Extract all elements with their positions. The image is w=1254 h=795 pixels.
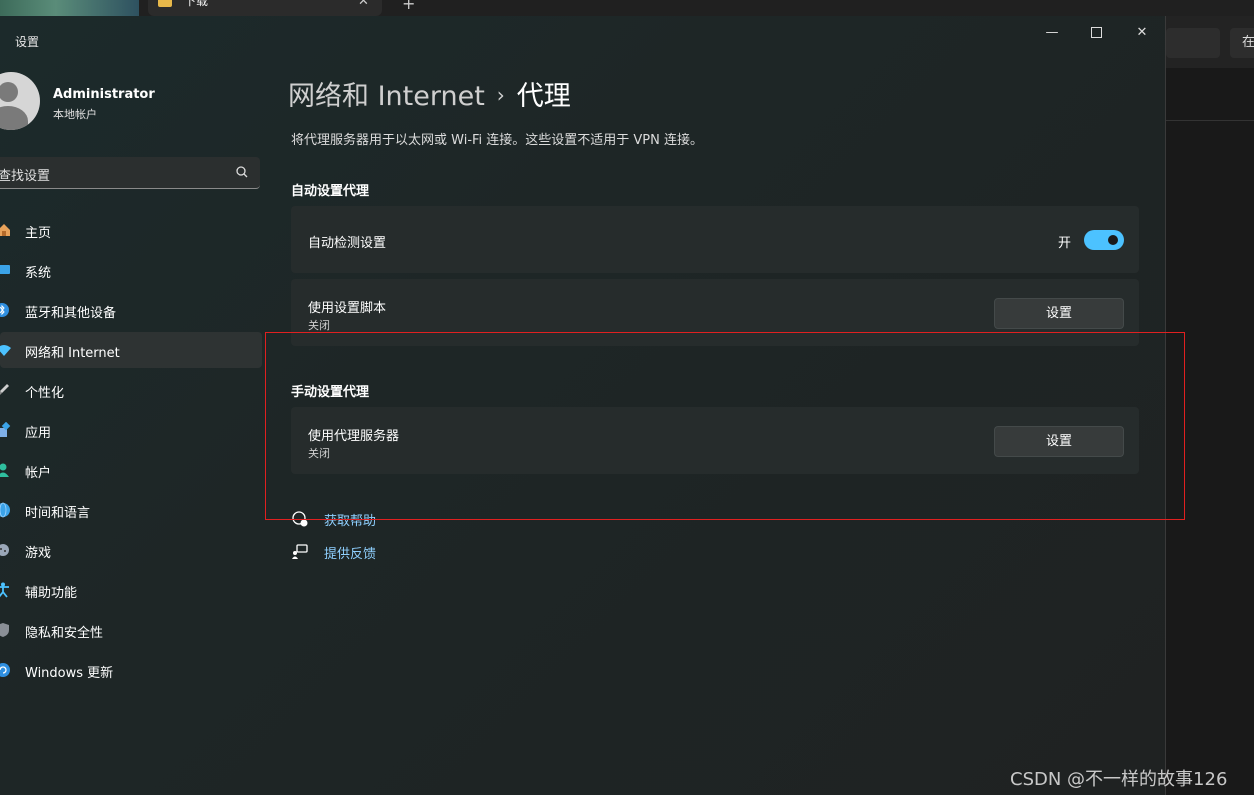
new-tab-button[interactable]: + (402, 0, 415, 13)
chevron-right-icon: › (496, 83, 505, 107)
sidebar-item-label: Windows 更新 (25, 666, 114, 681)
sidebar-item-label: 应用 (25, 426, 52, 441)
toggle-state-label: 开 (1058, 236, 1072, 251)
setup-script-title: 使用设置脚本 (308, 301, 387, 316)
sidebar-item-privacy[interactable]: 隐私和安全性 (0, 612, 262, 648)
auto-detect-card: 自动检测设置 开 (291, 206, 1139, 273)
sidebar-item-label: 辅助功能 (25, 586, 78, 601)
search-icon[interactable] (234, 164, 250, 180)
auto-detect-toggle[interactable] (1084, 230, 1124, 250)
search-placeholder: 查找设置 (0, 169, 51, 184)
sidebar-item-apps[interactable]: 应用 (0, 412, 262, 448)
sidebar-item-home[interactable]: 主页 (0, 212, 262, 248)
avatar[interactable] (0, 72, 40, 130)
sidebar-item-label: 蓝牙和其他设备 (25, 306, 117, 321)
toggle-knob (1108, 235, 1118, 245)
background-thumbnail (0, 0, 139, 16)
update-icon (0, 663, 10, 677)
setup-script-status: 关闭 (308, 319, 330, 332)
bluetooth-icon (0, 303, 9, 317)
apps-icon (0, 422, 11, 437)
breadcrumb-parent-link[interactable]: 网络和 Internet (288, 81, 485, 112)
page-description: 将代理服务器用于以太网或 Wi-Fi 连接。这些设置不适用于 VPN 连接。 (291, 133, 704, 148)
minimize-button[interactable]: — (1032, 22, 1072, 44)
sidebar-item-bluetooth[interactable]: 蓝牙和其他设备 (0, 292, 262, 328)
system-icon (0, 265, 10, 274)
close-button[interactable]: ✕ (1122, 22, 1162, 44)
background-toolbar-button-2[interactable]: 在 (1230, 28, 1254, 58)
avatar-head (0, 82, 18, 102)
account-type: 本地帐户 (53, 108, 97, 121)
setup-script-settings-button[interactable]: 设置 (994, 298, 1124, 329)
sidebar-item-label: 帐户 (25, 466, 52, 481)
feedback-icon (292, 544, 308, 559)
breadcrumb: 网络和 Internet › 代理 (288, 74, 571, 113)
sidebar-item-label: 游戏 (25, 546, 52, 561)
maximize-icon (1090, 27, 1102, 38)
watermark: CSDN @不一样的故事126 (1010, 769, 1228, 790)
page-title: 代理 (516, 81, 571, 112)
shield-icon (0, 623, 9, 637)
window-title: 设置 (15, 35, 40, 49)
search-input[interactable]: 查找设置 (0, 157, 260, 189)
wifi-icon (0, 345, 11, 356)
sidebar-item-label: 系统 (25, 266, 52, 281)
sidebar-item-label: 隐私和安全性 (25, 626, 104, 641)
maximize-button[interactable] (1076, 22, 1116, 44)
sidebar-item-label: 个性化 (25, 386, 65, 401)
explorer-tab[interactable]: 下载 ✕ (148, 0, 382, 16)
sidebar-item-accounts[interactable]: 帐户 (0, 452, 262, 488)
avatar-body (0, 106, 28, 130)
auto-proxy-section-title: 自动设置代理 (291, 184, 370, 199)
sidebar-item-accessibility[interactable]: 辅助功能 (0, 572, 262, 608)
folder-icon (158, 0, 172, 7)
sidebar-item-windows-update[interactable]: Windows 更新 (0, 652, 262, 688)
tab-close-icon[interactable]: ✕ (358, 0, 369, 9)
divider (1166, 120, 1254, 121)
sidebar-item-label: 时间和语言 (25, 506, 91, 521)
sidebar-item-label: 主页 (25, 226, 52, 241)
sidebar-nav: 主页 系统 蓝牙和其他设备 网络和 Internet 个性化 应用 帐户 时间和… (0, 212, 262, 692)
sidebar-item-time-language[interactable]: 时间和语言 (0, 492, 262, 528)
user-name: Administrator (53, 87, 155, 102)
sidebar-item-gaming[interactable]: 游戏 (0, 532, 262, 568)
background-toolbar-button[interactable] (1166, 28, 1220, 58)
globe-icon (0, 502, 10, 518)
sidebar-item-label: 网络和 Internet (25, 346, 120, 361)
gamepad-icon (0, 544, 9, 556)
home-icon (0, 224, 10, 236)
brush-icon (0, 384, 9, 395)
give-feedback-label[interactable]: 提供反馈 (324, 543, 376, 562)
sidebar-item-personalization[interactable]: 个性化 (0, 372, 262, 408)
accessibility-icon (0, 582, 9, 598)
auto-detect-title: 自动检测设置 (308, 236, 387, 251)
annotation-highlight-box (265, 332, 1185, 520)
account-icon (0, 463, 9, 477)
explorer-tab-title: 下载 (184, 0, 209, 8)
sidebar-item-system[interactable]: 系统 (0, 252, 262, 288)
sidebar-item-network[interactable]: 网络和 Internet (0, 332, 262, 368)
